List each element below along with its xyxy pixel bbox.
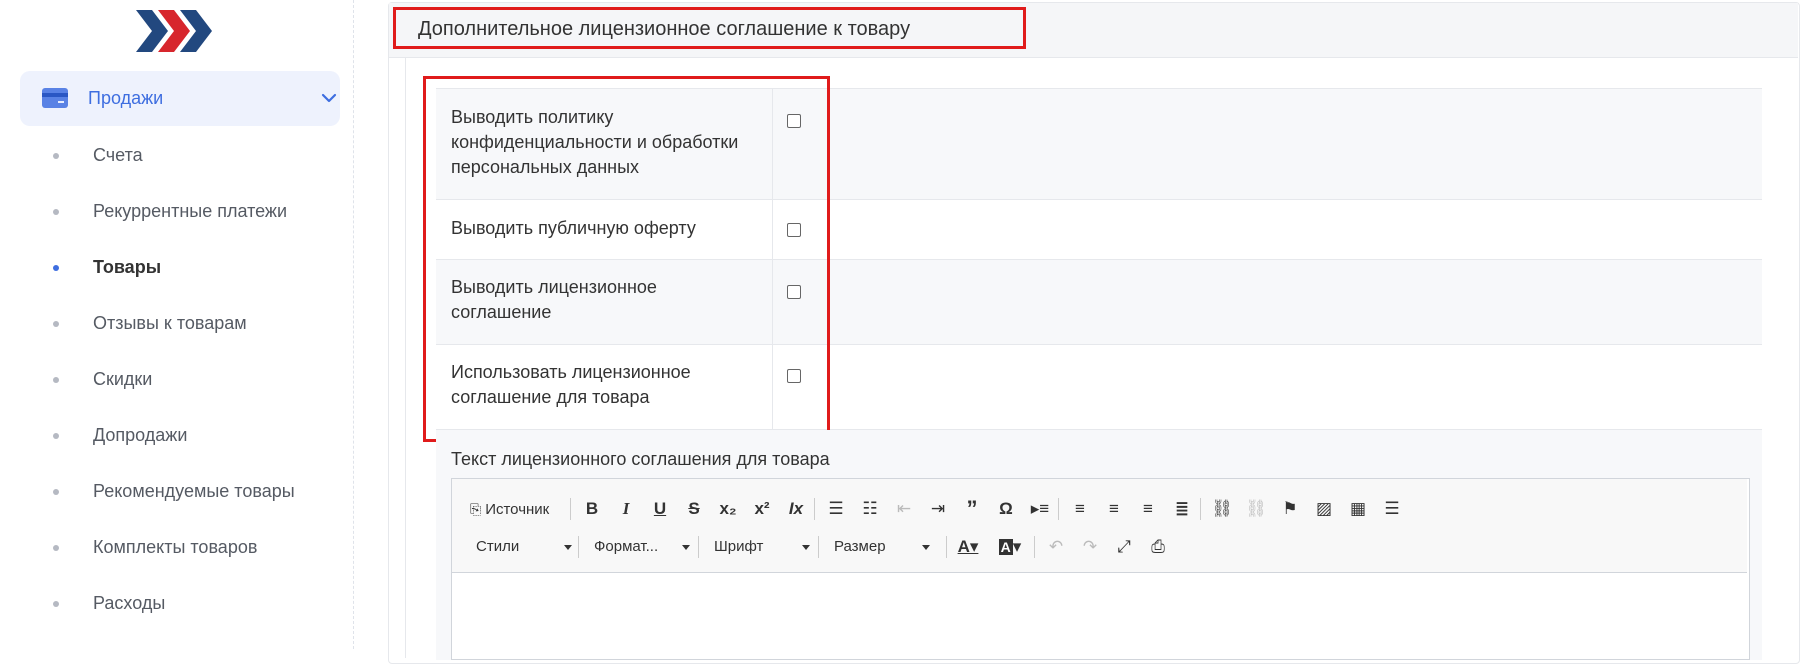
bullet-icon (53, 545, 59, 551)
underline-icon[interactable]: U (646, 495, 674, 523)
size-label: Размер (834, 538, 886, 555)
source-label: Источник (485, 500, 550, 518)
bullet-icon (53, 321, 59, 327)
toolbar-separator (1058, 498, 1059, 520)
sidebar-item-product-reviews[interactable]: Отзывы к товарам (0, 304, 354, 344)
font-dropdown[interactable]: Шрифт (706, 533, 814, 561)
bullet-icon (53, 377, 59, 383)
table-icon[interactable]: ▦ (1344, 495, 1372, 523)
sidebar-item-label: Скидки (93, 369, 153, 389)
sidebar-item-label: Рекуррентные платежи (93, 201, 288, 221)
preview-icon[interactable]: ⎙ (1144, 533, 1172, 561)
toolbar-separator (578, 536, 579, 558)
styles-label: Стили (476, 538, 520, 555)
sidebar-item-recommended-products[interactable]: Рекомендуемые товары (0, 472, 354, 512)
sidebar-item-recurring-payments[interactable]: Рекуррентные платежи (0, 192, 354, 232)
sidebar: Продажи Счета Рекуррентные платежи Товар… (0, 0, 354, 649)
toolbar-separator (1200, 498, 1201, 520)
undo-icon[interactable]: ↶ (1042, 533, 1070, 561)
dropdown-arrow-icon (564, 545, 572, 550)
highlight-frame-title (393, 7, 1026, 49)
source-icon: ⎘ (470, 500, 482, 517)
sidebar-item-label: Товары (93, 257, 162, 277)
size-dropdown[interactable]: Размер (826, 533, 934, 561)
insert-block-icon[interactable]: ▸≡ (1026, 495, 1054, 523)
bullet-icon (53, 209, 59, 215)
redo-icon[interactable]: ↷ (1076, 533, 1104, 561)
sidebar-item-label: Допродажи (93, 425, 188, 445)
logo (136, 10, 212, 52)
bullet-icon (53, 433, 59, 439)
dropdown-arrow-icon (682, 545, 690, 550)
source-button[interactable]: ⎘ Источник (470, 495, 549, 523)
special-char-icon[interactable]: Ω (992, 495, 1020, 523)
superscript-icon[interactable]: x² (748, 495, 776, 523)
sidebar-item-label: Рекомендуемые товары (93, 481, 295, 501)
sidebar-item-label: Счета (93, 145, 143, 165)
bullet-icon (53, 601, 59, 607)
menu-section-sales[interactable]: Продажи (20, 71, 340, 126)
bulleted-list-icon[interactable]: ☷ (856, 495, 884, 523)
background-color-icon[interactable]: A ▾ (996, 533, 1024, 561)
align-right-icon[interactable]: ≡ (1134, 495, 1162, 523)
sidebar-item-label: Отзывы к товарам (93, 313, 247, 333)
dropdown-arrow-icon (802, 545, 810, 550)
numbered-list-icon[interactable]: ☰ (822, 495, 850, 523)
styles-dropdown[interactable]: Стили (468, 533, 576, 561)
sidebar-item-product-bundles[interactable]: Комплекты товаров (0, 528, 354, 568)
sidebar-item-expenses[interactable]: Расходы (0, 584, 354, 624)
sidebar-item-products[interactable]: Товары (0, 248, 354, 288)
sidebar-item-upsells[interactable]: Допродажи (0, 416, 354, 456)
align-center-icon[interactable]: ≡ (1100, 495, 1128, 523)
bullet-icon (53, 489, 59, 495)
bullet-icon (53, 153, 59, 159)
strikethrough-icon[interactable]: S (680, 495, 708, 523)
format-label: Формат... (594, 538, 659, 555)
subscript-icon[interactable]: x₂ (714, 495, 742, 523)
sidebar-item-invoices[interactable]: Счета (0, 136, 354, 176)
toolbar-separator (946, 536, 947, 558)
unlink-icon[interactable]: ⛓ (1242, 495, 1270, 523)
sidebar-item-discounts[interactable]: Скидки (0, 360, 354, 400)
menu-section-label: Продажи (88, 88, 164, 108)
italic-icon[interactable]: I (612, 495, 640, 523)
toolbar-separator (1034, 536, 1035, 558)
highlight-frame-options (423, 76, 830, 442)
sidebar-item-label: Расходы (93, 593, 166, 613)
link-icon[interactable]: ⛓ (1208, 495, 1236, 523)
format-dropdown[interactable]: Формат... (586, 533, 694, 561)
horizontal-line-icon[interactable]: ☰ (1378, 495, 1406, 523)
bullet-icon (53, 265, 59, 271)
indent-icon[interactable]: ⇥ (924, 495, 952, 523)
align-left-icon[interactable]: ≡ (1066, 495, 1094, 523)
toolbar-separator (814, 498, 815, 520)
chevron-down-icon[interactable] (320, 89, 338, 107)
toolbar-separator (570, 498, 571, 520)
blockquote-icon[interactable]: ” (958, 495, 986, 523)
toolbar-separator (818, 536, 819, 558)
text-color-icon[interactable]: A▾ (954, 533, 982, 561)
align-justify-icon[interactable]: ≣ (1168, 495, 1196, 523)
anchor-flag-icon[interactable]: ⚑ (1276, 495, 1304, 523)
credit-card-icon (42, 88, 68, 108)
remove-format-icon[interactable]: Ix (782, 495, 810, 523)
bold-icon[interactable]: B (578, 495, 606, 523)
toolbar-separator (698, 536, 699, 558)
sidebar-item-label: Комплекты товаров (93, 537, 258, 557)
font-label: Шрифт (714, 538, 764, 555)
editor-label: Текст лицензионного соглашения для товар… (451, 449, 830, 469)
dropdown-arrow-icon (922, 545, 930, 550)
sidebar-divider (353, 0, 354, 649)
outdent-icon[interactable]: ⇤ (890, 495, 918, 523)
maximize-icon[interactable]: ⤢ (1110, 533, 1138, 561)
image-icon[interactable]: ▨ (1310, 495, 1338, 523)
